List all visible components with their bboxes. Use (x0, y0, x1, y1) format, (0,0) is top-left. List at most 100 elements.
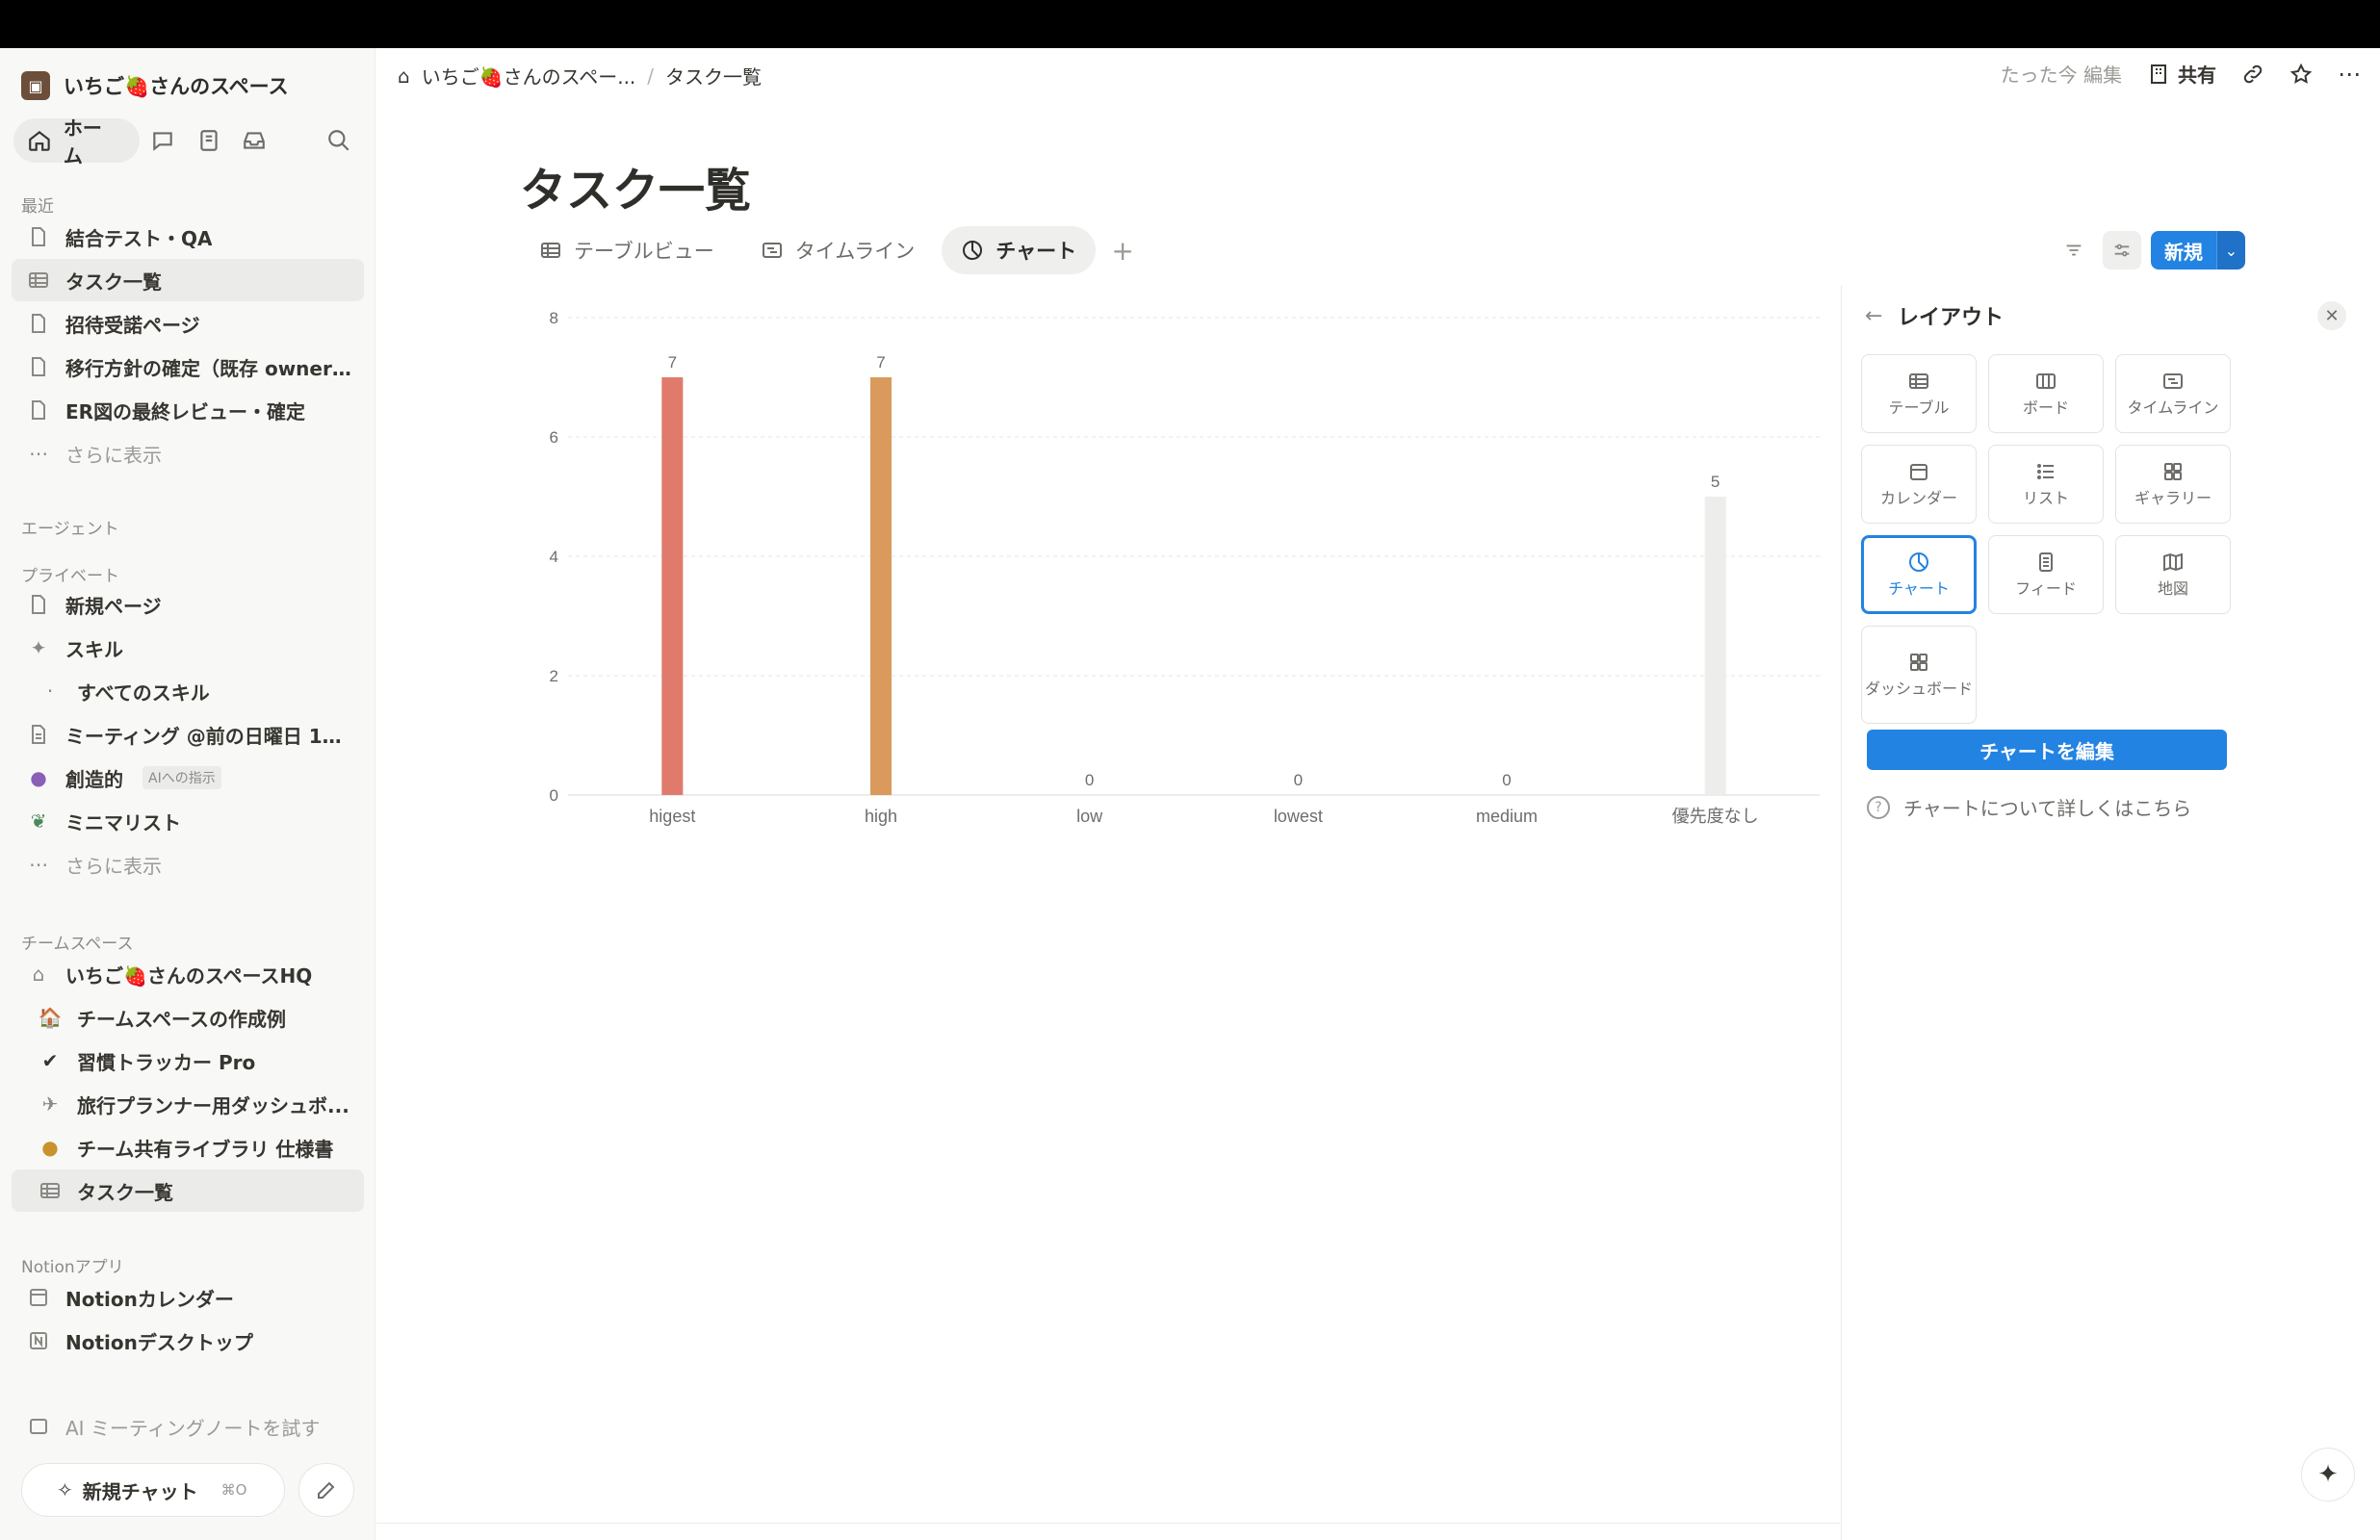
window-top-bar (0, 0, 2380, 48)
meeting-notes-icon[interactable] (186, 118, 232, 163)
table-icon (1909, 373, 1928, 389)
chart-icon (963, 241, 983, 260)
sidebar-item-new-page[interactable]: 新規ページ (12, 583, 364, 626)
filter-icon[interactable] (2055, 231, 2093, 270)
add-view-button[interactable]: + (1103, 231, 1142, 270)
sidebar-item-team-tasks[interactable]: タスク一覧 (12, 1169, 364, 1212)
library-icon: ● (41, 1136, 59, 1159)
layout-option-label: ボード (2022, 398, 2069, 417)
map-icon (2163, 552, 2183, 572)
sidebar-item-teamspace-hq[interactable]: ⌂ いちご🍓さんのスペースHQ (12, 953, 364, 995)
palette-icon: ● (30, 766, 47, 789)
layout-option-feed[interactable]: フィード (1988, 535, 2104, 614)
ai-chat-icon: ✧ (57, 1478, 73, 1502)
sidebar-show-more-private[interactable]: ⋯ さらに表示 (12, 843, 364, 886)
layout-option-label: カレンダー (1879, 489, 1957, 507)
sidebar-item-notion-desktop[interactable]: Notionデスクトップ (12, 1320, 364, 1362)
airplane-icon: ✈ (41, 1092, 59, 1116)
sidebar-item-recent-tasks[interactable]: タスク一覧 (12, 259, 364, 301)
home-button[interactable]: ホーム (13, 116, 140, 167)
y-tick-label: 8 (550, 309, 558, 327)
timeline-icon (762, 243, 782, 258)
new-chat-button[interactable]: ✧ 新規チャット ⌘O (21, 1463, 285, 1517)
sidebar-item-label: ミニマリスト (65, 810, 181, 834)
chevron-down-icon[interactable]: ⌄ (2216, 231, 2245, 270)
sidebar-item-recent-qa[interactable]: 結合テスト・QA (12, 216, 364, 258)
chat-icon[interactable] (140, 118, 186, 163)
layout-option-table[interactable]: テーブル (1861, 354, 1977, 433)
sidebar-show-more-recent[interactable]: ⋯ さらに表示 (12, 432, 364, 475)
layout-option-dashboard[interactable]: ダッシュボード (1861, 626, 1977, 724)
inbox-icon[interactable] (231, 118, 277, 163)
sidebar-item-meeting[interactable]: ミーティング @前の日曜日 15:... (12, 713, 364, 756)
sidebar-item-ai-meeting[interactable]: AI ミーティングノートを試す (12, 1405, 364, 1448)
edit-chart-button[interactable]: チャートを編集 (1867, 730, 2227, 770)
sidebar-item-library-spec[interactable]: ● チーム共有ライブラリ 仕様書 (12, 1126, 364, 1168)
new-button-label[interactable]: 新規 (2151, 231, 2216, 270)
close-icon[interactable]: ✕ (2317, 301, 2346, 330)
sidebar-item-notion-calendar[interactable]: Notionカレンダー (12, 1276, 364, 1319)
meeting-notes-icon (25, 1413, 52, 1440)
calendar-icon (1910, 464, 1927, 480)
layout-option-calendar[interactable]: カレンダー (1861, 445, 1977, 524)
link-icon[interactable] (2241, 63, 2264, 86)
table-icon (541, 243, 560, 258)
settings-sliders-icon[interactable] (2103, 231, 2141, 270)
learn-more-link[interactable]: ? チャートについて詳しくはこちら (1867, 793, 2191, 821)
breadcrumb-workspace[interactable]: いちご🍓さんのスペー... (422, 62, 636, 90)
layout-option-timeline[interactable]: タイムライン (2115, 354, 2231, 433)
layout-options-grid: テーブル ボード タイムライン カレンダー リスト ギャラリー チャート フィー… (1861, 354, 2237, 724)
agents-section-label: エージェント (21, 520, 119, 539)
more-options-icon[interactable]: ⋯ (2338, 61, 2361, 88)
share-button[interactable]: 共有 (2147, 60, 2216, 88)
back-arrow-icon[interactable]: ← (1865, 304, 1898, 328)
x-tick-label: low (1076, 807, 1103, 826)
sidebar: ▣ いちご🍓さんのスペース ホーム 最近 結合テスト・QA タスク一覧 招待受諾… (0, 48, 375, 1540)
assistant-avatar-icon[interactable]: ✦ (2301, 1448, 2355, 1502)
edited-status: たった今 編集 (2000, 64, 2122, 87)
search-icon[interactable] (316, 118, 362, 163)
tab-timeline[interactable]: タイムライン (741, 226, 935, 274)
sidebar-item-recent-invite[interactable]: 招待受諾ページ (12, 302, 364, 345)
y-tick-label: 0 (550, 786, 558, 805)
star-icon[interactable] (2289, 63, 2313, 86)
check-badge-icon: ✔ (41, 1049, 59, 1072)
sidebar-item-minimalist[interactable]: ❦ ミニマリスト (12, 800, 364, 842)
compose-button[interactable] (298, 1463, 354, 1517)
teamspace-section-label: チームスペース (21, 935, 134, 954)
bar (870, 377, 892, 795)
magic-wand-icon: ✦ (30, 636, 47, 659)
tab-chart[interactable]: チャート (942, 226, 1097, 274)
sidebar-item-creative[interactable]: ● 創造的 AIへの指示 (12, 757, 364, 799)
bar-chart: 0 2 4 6 8 7 higest 7 high 0 low 0 lowest 0 medium 5 優先度な… (550, 309, 1820, 826)
layout-option-board[interactable]: ボード (1988, 354, 2104, 433)
content-divider (376, 1523, 1840, 1524)
breadcrumb-page[interactable]: タスク一覧 (665, 62, 762, 90)
sidebar-item-label: Notionデスクトップ (65, 1330, 253, 1354)
learn-more-label: チャートについて詳しくはこちら (1903, 797, 2192, 820)
bar-value-label: 0 (1085, 771, 1094, 789)
workspace-switcher[interactable]: ▣ いちご🍓さんのスペース (21, 62, 289, 110)
page-icon (25, 397, 52, 424)
sidebar-item-skills[interactable]: ✦ スキル (12, 627, 364, 669)
layout-option-map[interactable]: 地図 (2115, 535, 2231, 614)
layout-option-gallery[interactable]: ギャラリー (2115, 445, 2231, 524)
layout-option-list[interactable]: リスト (1988, 445, 2104, 524)
layout-option-chart[interactable]: チャート (1861, 535, 1977, 614)
layout-panel-header: ← レイアウト ✕ (1865, 295, 2346, 337)
sidebar-item-teamspace-example[interactable]: 🏠 チームスペースの作成例 (12, 996, 364, 1039)
sidebar-item-recent-migration[interactable]: 移行方針の確定（既存 owner ... (12, 346, 364, 388)
sidebar-item-travel-planner[interactable]: ✈ 旅行プランナー用ダッシュボ... (12, 1083, 364, 1125)
layout-panel-title: レイアウト (1898, 306, 2005, 330)
sidebar-item-all-skills[interactable]: · すべてのスキル (12, 670, 364, 712)
notion-app-icon (25, 1327, 52, 1354)
new-button[interactable]: 新規 ⌄ (2151, 231, 2245, 270)
layout-option-label: ギャラリー (2134, 489, 2212, 507)
sidebar-item-label: いちご🍓さんのスペースHQ (65, 963, 313, 988)
tab-table-view[interactable]: テーブルビュー (520, 226, 734, 274)
sidebar-item-recent-er[interactable]: ER図の最終レビュー・確定 (12, 389, 364, 431)
x-tick-label: higest (649, 807, 695, 826)
bar (661, 377, 684, 795)
sidebar-item-habit-tracker[interactable]: ✔ 習慣トラッカー Pro (12, 1040, 364, 1082)
home-label: ホーム (63, 116, 102, 167)
